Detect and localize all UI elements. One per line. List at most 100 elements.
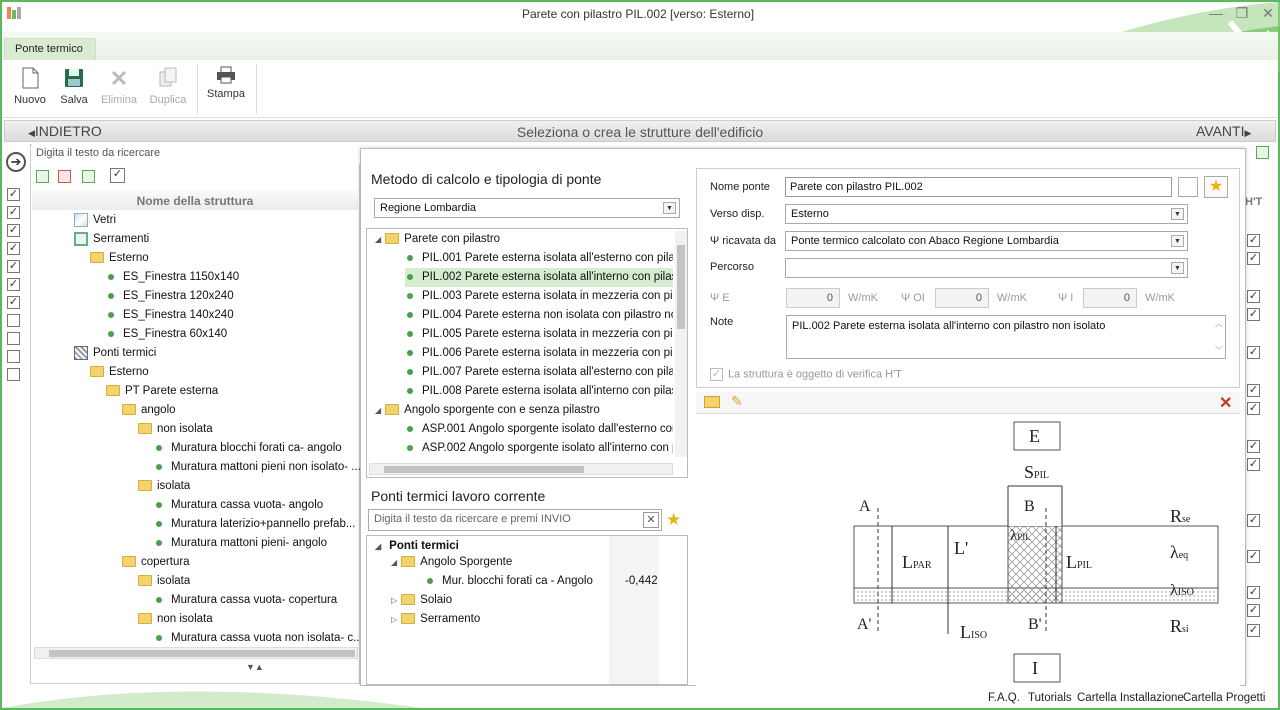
ht-checkbox[interactable]: ✓ (1247, 550, 1260, 563)
star-icon[interactable]: ★ (666, 510, 681, 530)
tree-item[interactable]: Vetri (74, 211, 116, 230)
ht-checkbox[interactable]: ✓ (1247, 458, 1260, 471)
color-swatch[interactable] (1178, 177, 1198, 197)
row-checkbox[interactable]: ✓ (7, 278, 20, 291)
tree-group[interactable]: ◢ Parete con pilastro (375, 230, 500, 249)
tree-item[interactable]: ASP.002 Angolo sporgente isolato all'int… (407, 439, 673, 458)
tree-item[interactable]: copertura (122, 553, 190, 572)
ht-checkbox[interactable]: ✓ (1247, 604, 1260, 617)
tree-group[interactable]: ▷ Solaio (391, 591, 452, 610)
tree-item[interactable]: Esterno (90, 249, 149, 268)
close-diagram-icon[interactable]: ✕ (1219, 393, 1232, 413)
avanti-button[interactable]: AVANTI▶ (1196, 123, 1251, 139)
scroll-thumb[interactable] (677, 245, 685, 329)
tree-group[interactable]: ▷ Serramento (391, 610, 480, 629)
ht-checkbox[interactable]: ✓ (1247, 402, 1260, 415)
tree-group[interactable]: ◢ Angolo sporgente con e senza pilastro (375, 401, 600, 420)
tree-item[interactable]: Muratura cassa vuota non isolata- c... (156, 629, 360, 648)
elimina-button[interactable]: Elimina (97, 66, 141, 106)
scroll-up-icon[interactable]: ︿ (1215, 318, 1223, 329)
tree-item[interactable]: Ponti termici (74, 344, 156, 363)
verso-select[interactable]: Esterno ▼ (785, 204, 1188, 224)
tree-item[interactable]: Muratura cassa vuota- angolo (156, 496, 360, 515)
method-vscrollbar[interactable] (675, 231, 687, 457)
tree-item[interactable]: Esterno (90, 363, 149, 382)
tree-item[interactable]: PIL.005 Parete esterna isolata in mezzer… (407, 325, 673, 344)
nome-ponte-input[interactable]: Parete con pilastro PIL.002 (785, 177, 1172, 197)
verifica-checkbox-row[interactable]: ✓ La struttura è oggetto di verifica H'T (710, 368, 902, 381)
ht-checkbox[interactable]: ✓ (1247, 586, 1260, 599)
psi-oi-input[interactable]: 0 (935, 288, 989, 308)
ht-checkbox[interactable]: ✓ (1247, 308, 1260, 321)
refresh-icon[interactable] (82, 170, 95, 183)
row-checkbox[interactable] (7, 314, 20, 327)
remove-icon[interactable] (58, 170, 71, 183)
note-textarea[interactable]: PIL.002 Parete esterna isolata all'inter… (786, 315, 1226, 359)
ht-checkbox[interactable]: ✓ (1247, 384, 1260, 397)
tree-item[interactable]: PIL.001 Parete esterna isolata all'ester… (407, 249, 673, 268)
progetti-link[interactable]: Cartella Progetti (1183, 692, 1265, 704)
row-checkbox[interactable] (7, 368, 20, 381)
tree-group[interactable]: ◢ Angolo Sporgente (391, 553, 512, 572)
scroll-thumb[interactable] (49, 650, 355, 657)
tree-item-selected[interactable]: PIL.002 Parete esterna isolata all'inter… (405, 268, 673, 287)
tree-item[interactable]: Mur. blocchi forati ca - Angolo (427, 572, 593, 591)
add-icon[interactable] (36, 170, 49, 183)
tree-item[interactable]: Muratura mattoni pieni non isolato- ... (156, 458, 360, 477)
method-hscrollbar[interactable] (369, 463, 673, 475)
tab-ponte-termico[interactable]: Ponte termico (4, 38, 96, 60)
tree-item[interactable]: ES_Finestra 140x240 (108, 306, 234, 325)
tutorials-link[interactable]: Tutorials (1028, 692, 1072, 704)
ht-checkbox[interactable]: ✓ (1247, 290, 1260, 303)
ht-checkbox[interactable]: ✓ (1247, 624, 1260, 637)
arrow-circle-icon[interactable]: ➔ (6, 152, 26, 172)
favorite-star-icon[interactable]: ★ (1204, 176, 1228, 198)
tree-item[interactable]: PT Parete esterna (106, 382, 218, 401)
clear-icon[interactable]: ✕ (643, 512, 659, 528)
tree-item[interactable]: ES_Finestra 1150x140 (108, 268, 239, 287)
salva-button[interactable]: Salva (52, 66, 96, 106)
pencil-icon[interactable]: ✎ (731, 393, 743, 410)
tree-item[interactable]: ES_Finestra 60x140 (108, 325, 227, 344)
minimize-button[interactable]: — (1204, 4, 1228, 22)
row-checkbox[interactable]: ✓ (7, 296, 20, 309)
tree-item[interactable]: PIL.007 Parete esterna isolata all'ester… (407, 363, 673, 382)
tree-item[interactable]: PIL.003 Parete esterna isolata in mezzer… (407, 287, 673, 306)
ht-checkbox[interactable]: ✓ (1247, 440, 1260, 453)
row-checkbox[interactable]: ✓ (7, 224, 20, 237)
tree-item[interactable]: PIL.004 Parete esterna non isolata con p… (407, 306, 673, 325)
check-all-icon[interactable]: ✓ (110, 168, 125, 183)
row-checkbox[interactable] (7, 350, 20, 363)
expand-toggle-icon[interactable]: ▼▲ (246, 662, 264, 672)
psi-source-select[interactable]: Ponte termico calcolato con Abaco Region… (785, 231, 1188, 251)
ht-checkbox[interactable]: ✓ (1247, 252, 1260, 265)
tree-item[interactable]: Muratura laterizio+pannello prefab... (156, 515, 360, 534)
tree-item[interactable]: PIL.006 Parete esterna isolata in mezzer… (407, 344, 673, 363)
tree-item[interactable]: Serramenti (74, 230, 149, 249)
tree-item[interactable]: ASP.001 Angolo sporgente isolato dall'es… (407, 420, 673, 439)
row-checkbox[interactable] (7, 332, 20, 345)
row-checkbox[interactable]: ✓ (7, 260, 20, 273)
tree-item[interactable]: PIL.008 Parete esterna isolata all'inter… (407, 382, 673, 401)
ht-checkbox[interactable]: ✓ (1247, 346, 1260, 359)
method-select[interactable]: Regione Lombardia ▼ (374, 198, 680, 218)
tree-item[interactable]: ES_Finestra 120x240 (108, 287, 234, 306)
verifica-checkbox[interactable]: ✓ (710, 368, 723, 381)
tree-item[interactable]: Muratura mattoni pieni- angolo (156, 534, 360, 553)
duplica-button[interactable]: Duplica (146, 66, 190, 106)
nuovo-button[interactable]: Nuovo (8, 66, 52, 106)
structure-hscrollbar[interactable] (34, 647, 358, 659)
row-checkbox[interactable]: ✓ (7, 188, 20, 201)
row-checkbox[interactable]: ✓ (7, 206, 20, 219)
psi-e-input[interactable]: 0 (786, 288, 840, 308)
ht-checkbox[interactable]: ✓ (1247, 234, 1260, 247)
stampa-button[interactable]: Stampa (204, 66, 248, 100)
open-folder-icon[interactable] (704, 396, 720, 408)
panel-corner-icon[interactable] (1256, 146, 1269, 159)
psi-i-input[interactable]: 0 (1083, 288, 1137, 308)
tree-item[interactable]: non isolata (138, 610, 213, 629)
tree-item[interactable]: non isolata (138, 420, 213, 439)
restore-button[interactable]: ❐ (1230, 4, 1254, 22)
tree-item[interactable]: isolata (138, 572, 190, 591)
installazione-link[interactable]: Cartella Installazione (1077, 692, 1184, 704)
